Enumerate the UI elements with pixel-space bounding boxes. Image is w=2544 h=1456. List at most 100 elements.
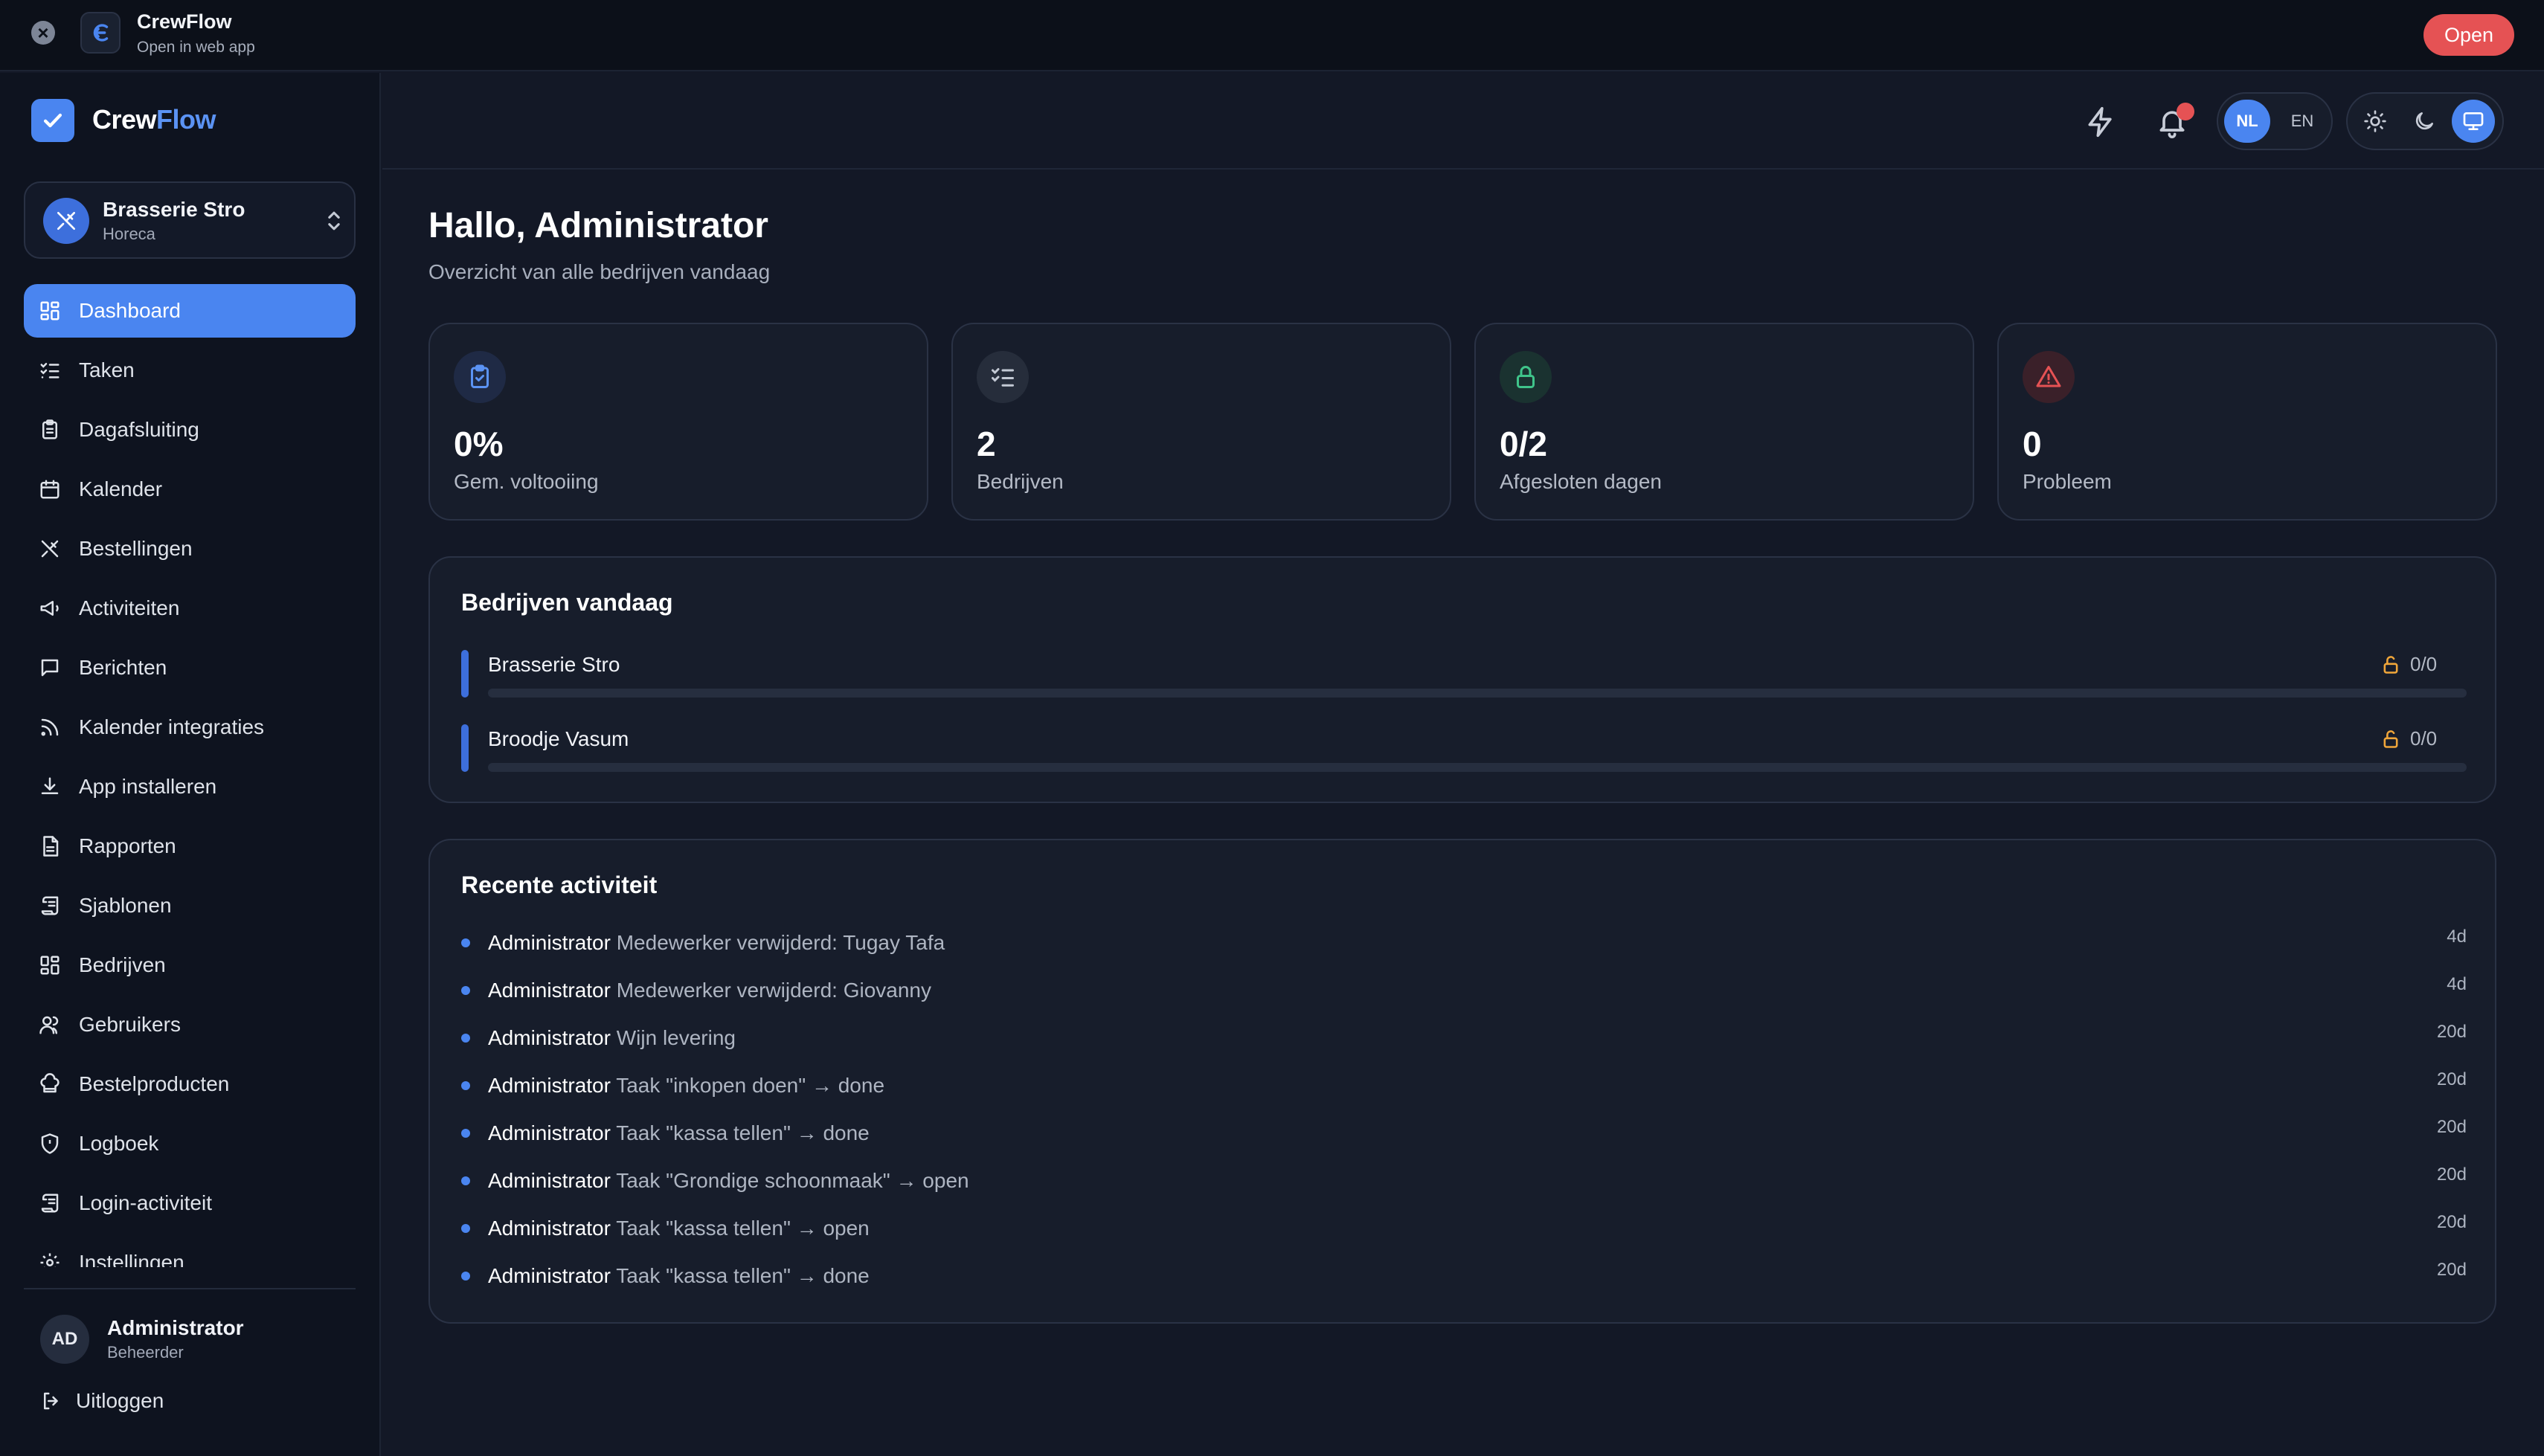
stat-value: 2 — [977, 425, 996, 463]
sidebar-item-app-installeren[interactable]: App installeren — [24, 760, 356, 814]
avatar[interactable]: AD — [40, 1315, 89, 1364]
system-theme-button[interactable] — [2452, 100, 2495, 143]
theme-switcher — [2346, 92, 2504, 150]
app-icon — [80, 12, 121, 54]
stat-value: 0 — [2023, 425, 2042, 463]
logout-label: Uitloggen — [76, 1389, 164, 1412]
sidebar-item-gebruikers[interactable]: Gebruikers — [24, 998, 356, 1051]
logout-icon — [44, 1392, 58, 1410]
sidebar-item-taken[interactable]: Taken — [24, 344, 356, 397]
stat-label: Bedrijven — [977, 470, 1064, 493]
sun-icon — [2364, 110, 2386, 132]
sidebar-item-instellingen[interactable]: Instellingen — [24, 1236, 356, 1267]
activity-text: Taak "kassa tellen" → done — [616, 1121, 870, 1144]
lang-en-button[interactable]: EN — [2282, 100, 2322, 143]
business-row[interactable]: Brasserie Stro 0/0 — [461, 650, 2467, 703]
activity-text: Taak "inkopen doen" → done — [616, 1074, 885, 1097]
sidebar-item-label: Kalender integraties — [79, 715, 265, 738]
business-row[interactable]: Broodje Vasum 0/0 — [461, 724, 2467, 778]
clipboard-icon — [42, 419, 57, 439]
activity-time: 4d — [2447, 974, 2467, 994]
business-category: Horeca — [103, 225, 155, 243]
stat-card-businesses: 2 Bedrijven — [951, 323, 1451, 521]
sidebar-item-sjablonen[interactable]: Sjablonen — [24, 879, 356, 932]
sidebar-item-dagafsluiting[interactable]: Dagafsluiting — [24, 403, 356, 457]
utensils-icon — [43, 198, 89, 244]
dark-theme-button[interactable] — [2403, 100, 2446, 143]
download-icon — [41, 777, 59, 794]
sidebar-item-activiteiten[interactable]: Activiteiten — [24, 582, 356, 635]
grid-icon — [40, 301, 60, 320]
card-title: Recente activiteit — [461, 872, 658, 898]
business-name: Brasserie Stro — [488, 653, 620, 676]
sidebar-item-berichten[interactable]: Berichten — [24, 641, 356, 695]
checklist-icon — [40, 363, 60, 379]
gear-icon — [40, 1253, 60, 1267]
banner-title: CrewFlow — [137, 10, 232, 33]
activity-user: Administrator — [488, 1217, 611, 1240]
sidebar-item-label: Bestelproducten — [79, 1072, 230, 1095]
grid-icon — [40, 956, 60, 975]
sidebar-item-label: Dashboard — [79, 299, 181, 322]
report-icon — [43, 836, 59, 857]
brand-logo[interactable]: CrewFlow — [92, 104, 216, 135]
businesses-today-card: Bedrijven vandaag Brasserie Stro 0/0 Bro… — [428, 556, 2496, 803]
activity-time: 4d — [2447, 927, 2467, 947]
sidebar-item-rapporten[interactable]: Rapporten — [24, 819, 356, 873]
unlock-icon — [2383, 656, 2398, 674]
stat-card-completion: 0% Gem. voltooiing — [428, 323, 928, 521]
bullet-dot — [461, 986, 470, 995]
sidebar-item-bestelproducten[interactable]: Bestelproducten — [24, 1057, 356, 1111]
utensils-icon — [41, 540, 59, 558]
business-accent-bar — [461, 650, 469, 698]
activity-time: 20d — [2436, 1260, 2467, 1280]
business-switcher[interactable]: Brasserie Stro Horeca — [24, 181, 356, 259]
page-title: Hallo, Administrator — [428, 206, 768, 245]
activity-time: 20d — [2436, 1165, 2467, 1185]
calendar-icon — [40, 480, 60, 499]
activity-time: 20d — [2436, 1212, 2467, 1232]
activity-text: Medewerker verwijderd: Tugay Tafa — [616, 931, 945, 954]
megaphone-icon — [40, 601, 59, 616]
close-icon[interactable]: × — [31, 21, 55, 45]
bullet-dot — [461, 938, 470, 947]
sidebar-item-label: Taken — [79, 358, 135, 381]
stat-label: Gem. voltooiing — [454, 470, 599, 493]
brand-check-icon — [31, 99, 74, 142]
activity-item: Administrator Taak "kassa tellen" → done… — [461, 1117, 2467, 1151]
user-role: Beheerder — [107, 1343, 184, 1362]
lang-nl-button[interactable]: NL — [2224, 100, 2270, 143]
sidebar-item-dashboard[interactable]: Dashboard — [24, 284, 356, 338]
activity-item: Administrator Taak "Grondige schoonmaak"… — [461, 1165, 2467, 1199]
logout-button[interactable]: Uitloggen — [40, 1389, 164, 1413]
sidebar-item-bestellingen[interactable]: Bestellingen — [24, 522, 356, 576]
scroll-icon — [41, 1194, 59, 1213]
sidebar-item-bedrijven[interactable]: Bedrijven — [24, 938, 356, 992]
light-theme-button[interactable] — [2354, 100, 2397, 143]
activity-text: Taak "kassa tellen" → open — [616, 1217, 870, 1240]
sidebar-item-label: Sjablonen — [79, 894, 172, 917]
sidebar-item-login-activiteit[interactable]: Login-activiteit — [24, 1176, 356, 1230]
sidebar-item-label: Berichten — [79, 656, 167, 679]
sidebar-item-kalender[interactable]: Kalender — [24, 463, 356, 516]
stat-value: 0/2 — [1500, 425, 1547, 463]
activity-item: Administrator Wijn levering 20d — [461, 1022, 2467, 1056]
sidebar-item-kalender-integraties[interactable]: Kalender integraties — [24, 700, 356, 754]
activity-item: Administrator Medewerker verwijderd: Tug… — [461, 927, 2467, 961]
activity-user: Administrator — [488, 1026, 611, 1049]
bullet-dot — [461, 1224, 470, 1233]
activity-user: Administrator — [488, 1121, 611, 1144]
bullet-dot — [461, 1176, 470, 1185]
notification-badge — [2177, 103, 2194, 120]
clipboard-check-icon — [454, 351, 506, 403]
sidebar-item-logboek[interactable]: Logboek — [24, 1117, 356, 1170]
stat-label: Probleem — [2023, 470, 2112, 493]
sidebar-item-label: Gebruikers — [79, 1013, 181, 1036]
bullet-dot — [461, 1129, 470, 1138]
business-count: 0/0 — [2410, 727, 2438, 750]
open-app-button[interactable]: Open — [2423, 14, 2514, 56]
banner-subtitle: Open in web app — [137, 39, 255, 56]
business-name: Broodje Vasum — [488, 727, 629, 750]
bullet-dot — [461, 1034, 470, 1043]
lightning-icon[interactable] — [2084, 106, 2117, 138]
